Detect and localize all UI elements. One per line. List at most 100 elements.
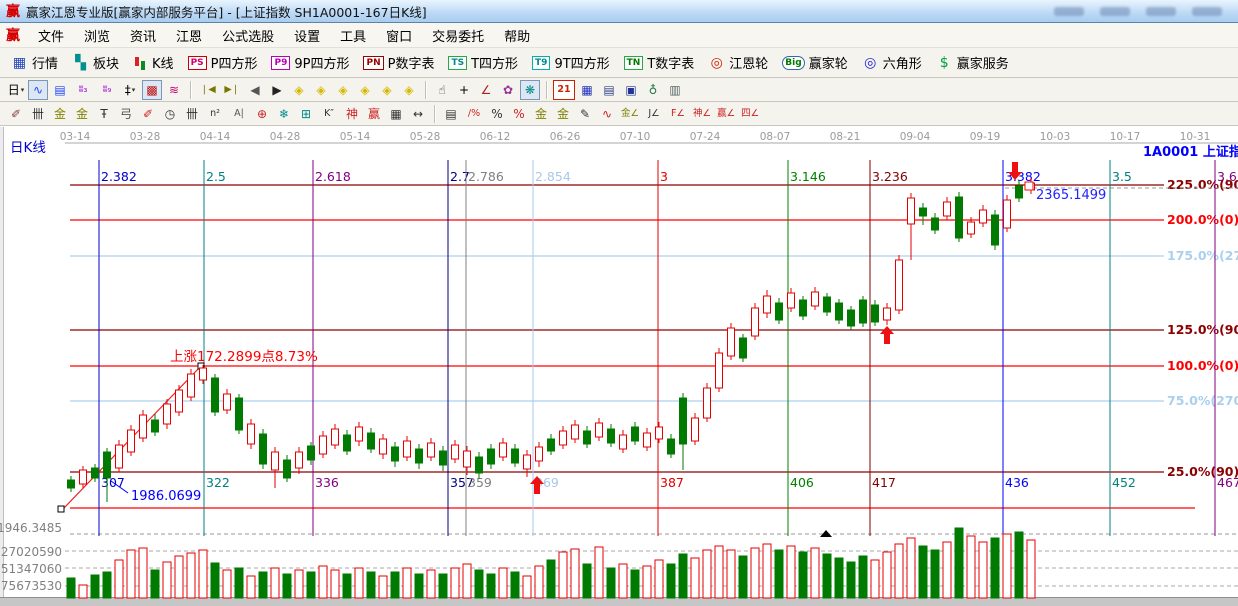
fractal-tool[interactable]: ▩ [142,80,162,100]
hand-tool[interactable]: ☝ [432,80,452,100]
candle-style-selector[interactable]: ‡▾ [120,80,140,100]
menu-item-5[interactable]: 设置 [284,25,330,46]
text-label-tool[interactable]: A| [228,104,250,124]
volume-bar [127,550,135,598]
volume-bar [979,542,987,598]
grid-box-tool[interactable]: ⊞ [296,104,316,124]
hexagon-button[interactable]: ◎六角形 [855,51,929,75]
menu-item-4[interactable]: 公式选股 [212,25,284,46]
gann-arrow-h-button[interactable]: ◈ [333,80,353,100]
first-bar-button[interactable]: ❘◀ [197,80,219,100]
pen-mark-tool[interactable]: ✎ [575,104,595,124]
nine-t-square-button[interactable]: T99T四方形 [525,51,617,75]
gann-arrow-left-button[interactable]: ◈ [289,80,309,100]
gann-arrow-all-button[interactable]: ◈ [399,80,419,100]
up-arrow-marker[interactable] [530,476,544,494]
sectors-button[interactable]: ▚板块 [65,51,126,75]
winner-wheel-button[interactable]: Big赢家轮 [775,51,854,75]
gold-angle-tool[interactable]: 金∠ [619,104,641,124]
menu-item-0[interactable]: 文件 [28,25,74,46]
down-arrow-marker[interactable] [1008,162,1022,180]
up-arrow-marker[interactable] [880,326,894,344]
kline-button[interactable]: K线 [126,51,181,75]
scale-list-tool[interactable]: ▤ [441,104,461,124]
n-square-tool[interactable]: n² [204,104,226,124]
f-ruler-tool[interactable]: Ŧ [94,104,114,124]
menu-item-7[interactable]: 窗口 [376,25,422,46]
percent-level-tool[interactable]: % [509,104,529,124]
quotes-button[interactable]: ▦行情 [4,51,65,75]
menu-item-1[interactable]: 浏览 [74,25,120,46]
calculator-tool[interactable]: ▦ [577,80,597,100]
volume-profile-tool[interactable]: ≋ [164,80,184,100]
volume-bar [895,544,903,598]
span-measure-tool[interactable]: ↔ [408,104,428,124]
wave9-tool[interactable]: ʬ₉ [96,80,118,100]
save-tool[interactable]: ▣ [621,80,641,100]
menu-item-2[interactable]: 资讯 [120,25,166,46]
gold-line-tool[interactable]: 金 [553,104,573,124]
shen-tool[interactable]: 神 [342,104,362,124]
period-day-selector[interactable]: 日▾ [6,80,26,100]
t-number-button[interactable]: TNT数字表 [617,51,702,75]
gold-section2-tool[interactable]: 金 [72,104,92,124]
eraser-tool[interactable]: ✐ [6,104,26,124]
shen-angle-tool[interactable]: 神∠ [691,104,713,124]
gann-arrow-right-button[interactable]: ◈ [311,80,331,100]
target-circle-tool[interactable]: ⊕ [252,104,272,124]
time-cycle-tool[interactable]: ◷ [160,104,180,124]
p-square-button[interactable]: PSP四方形 [181,51,265,75]
volume-bar [991,538,999,598]
knife-tool[interactable]: ✐ [138,104,158,124]
trend-line[interactable] [63,366,201,509]
crosshair-tool[interactable]: + [454,80,474,100]
wave3-tool[interactable]: ʬ₃ [72,80,94,100]
trend-line-handle[interactable] [198,363,204,369]
angle-measure-tool[interactable]: ∠ [476,80,496,100]
j-angle-tool[interactable]: J∠ [643,104,665,124]
chanlun-tool[interactable]: ❋ [520,80,540,100]
si-angle-tool[interactable]: 四∠ [739,104,761,124]
percent-angle-tool[interactable]: ∕% [463,104,485,124]
f-angle-tool[interactable]: F∠ [667,104,689,124]
gann-arrow-x-button[interactable]: ◈ [355,80,375,100]
calendar-tool[interactable]: 21 [553,80,575,100]
menu-item-8[interactable]: 交易委托 [422,25,494,46]
t-square-button[interactable]: TST四方形 [441,51,525,75]
menu-item-9[interactable]: 帮助 [494,25,540,46]
gann-arrow-plus-button[interactable]: ◈ [377,80,397,100]
spiral-tool[interactable]: 弓 [116,104,136,124]
p-number-button[interactable]: PNP数字表 [356,51,441,75]
price-min-label: 1946.3485 [0,521,62,535]
info-board-tool[interactable]: ▤ [50,80,70,100]
winner-service-button[interactable]: $赢家服务 [929,51,1016,75]
notes-tool[interactable]: ▤ [599,80,619,100]
next-bar-button[interactable]: ▶ [267,80,287,100]
k-mark-tool[interactable]: K″ [318,104,340,124]
ruler2-tool[interactable]: 卌 [182,104,202,124]
gold-circle-tool[interactable]: 金 [531,104,551,124]
grid123-tool[interactable]: ▦ [386,104,406,124]
triangle-marker[interactable] [820,530,832,537]
zigzag-overlay-tool[interactable]: ∿ [28,80,48,100]
nine-p-square-button[interactable]: P99P四方形 [264,51,356,75]
trend-line-handle[interactable] [58,506,64,512]
percent-tool[interactable]: % [487,104,507,124]
ying-angle-tool[interactable]: 赢∠ [715,104,737,124]
price-square-marker[interactable] [1025,182,1033,190]
grid-ruler-tool[interactable]: 卌 [28,104,48,124]
last-bar-button[interactable]: ▶❘ [221,80,243,100]
toolbar-label: 板块 [93,53,119,72]
gann-wheel-button[interactable]: ◎江恩轮 [701,51,775,75]
remote-tool[interactable]: ▥ [665,80,685,100]
menu-item-3[interactable]: 江恩 [166,25,212,46]
snowflake-tool[interactable]: ❄ [274,104,294,124]
toolbar-separator [425,81,426,99]
ying-tool[interactable]: 赢 [364,104,384,124]
wave-band-tool[interactable]: ∿ [597,104,617,124]
prev-bar-button[interactable]: ◀ [245,80,265,100]
menu-item-6[interactable]: 工具 [330,25,376,46]
network-share-tool[interactable]: ♁ [643,80,663,100]
gold-section-tool[interactable]: 金 [50,104,70,124]
gann-flower-tool[interactable]: ✿ [498,80,518,100]
